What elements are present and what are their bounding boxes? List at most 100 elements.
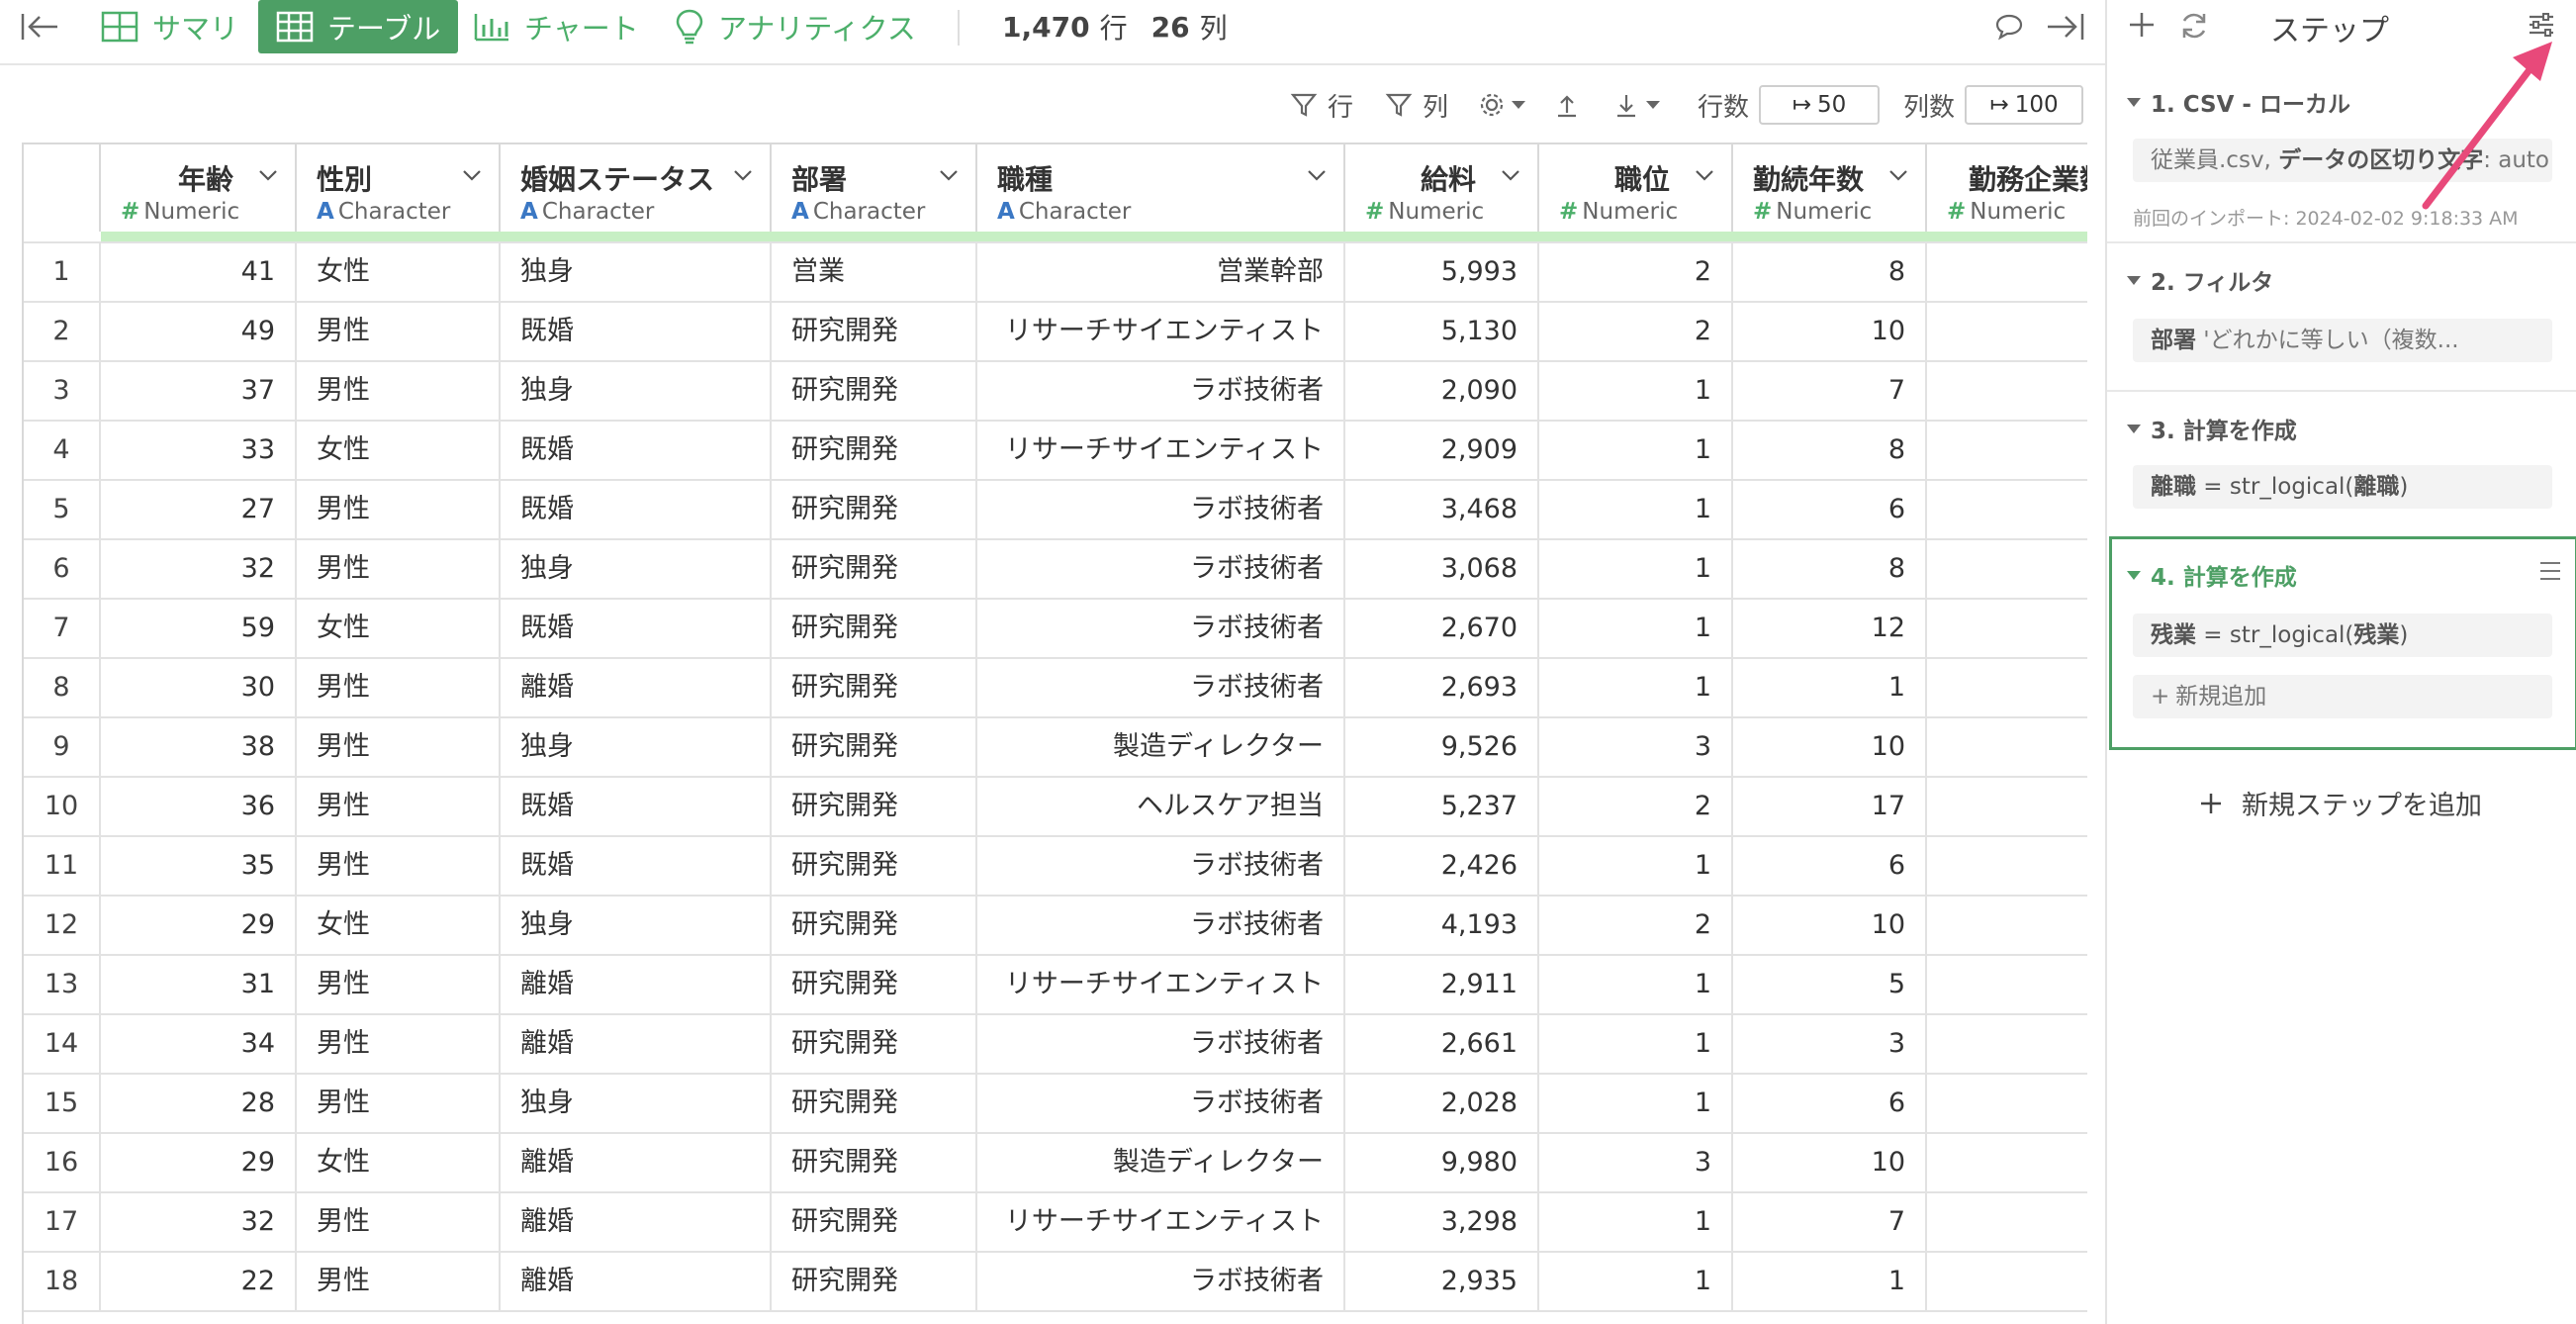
collapse-triangle-icon xyxy=(2127,97,2141,107)
step-3-header[interactable]: 3. 計算を作成 xyxy=(2127,412,2297,445)
table-cell xyxy=(1927,1075,2087,1132)
numeric-type-icon: # xyxy=(1559,199,1579,225)
col-unit: 列 xyxy=(1199,12,1228,45)
step-1-header[interactable]: 1. CSV - ローカル xyxy=(2127,85,2350,119)
numeric-type-icon: # xyxy=(1947,199,1967,225)
row-filter-button[interactable]: 行 xyxy=(1290,83,1353,127)
table-cell: 1 xyxy=(1539,659,1733,716)
table-cell: 3 xyxy=(1539,1134,1733,1191)
table-cell xyxy=(1927,718,2087,776)
column-header[interactable]: 勤務企業数#Numeric xyxy=(1927,144,2087,232)
add-step-button[interactable]: 新規ステップを追加 xyxy=(2198,784,2482,822)
comment-icon xyxy=(1995,14,2023,41)
table-cell: 2 xyxy=(1539,303,1733,360)
column-filter-button[interactable]: 列 xyxy=(1385,83,1448,127)
column-type: A Character xyxy=(317,199,450,225)
table-cell xyxy=(1927,778,2087,835)
table-cell: 2,909 xyxy=(1345,422,1539,479)
step-2-detail[interactable]: 部署 'どれかに等しい（複数... xyxy=(2133,319,2552,362)
table-cell xyxy=(1927,837,2087,895)
row-filter-label: 行 xyxy=(1328,92,1354,123)
filter-icon xyxy=(1385,93,1413,117)
chevron-down-icon[interactable] xyxy=(1694,164,1715,186)
column-type: A Character xyxy=(520,199,654,225)
table-cell: 1 xyxy=(1539,1075,1733,1132)
add-button[interactable] xyxy=(2127,10,2157,44)
column-header[interactable]: 部署 A Character xyxy=(772,144,977,232)
step-4-add-button[interactable]: + 新規追加 xyxy=(2133,675,2552,718)
column-header[interactable]: 性別 A Character xyxy=(297,144,501,232)
table-cell: 離婚 xyxy=(501,956,772,1013)
column-header[interactable]: 婚姻ステータス A Character xyxy=(501,144,772,232)
collapse-right-button[interactable] xyxy=(2046,0,2085,53)
row-index: 1 xyxy=(24,243,101,301)
table-cell: 独身 xyxy=(501,718,772,776)
chevron-down-icon[interactable] xyxy=(938,164,960,186)
column-name: 勤続年数 xyxy=(1752,163,1864,196)
step-4-target: 残業 xyxy=(2151,622,2196,648)
chevron-down-icon[interactable] xyxy=(1887,164,1909,186)
step-2-header[interactable]: 2. フィルタ xyxy=(2127,263,2273,297)
table-cell: 製造ディレクター xyxy=(977,1134,1345,1191)
table-cell: 27 xyxy=(101,481,297,538)
table-cell: 営業 xyxy=(772,243,977,301)
column-header[interactable]: 年齢 # Numeric xyxy=(101,144,297,232)
settings-dropdown[interactable] xyxy=(1478,83,1527,127)
table-cell: 3,298 xyxy=(1345,1193,1539,1251)
table-header: 年齢 # Numeric 性別 A Character 婚姻ステータス A Character 部… xyxy=(24,144,2087,239)
comment-button[interactable] xyxy=(1994,0,2024,53)
table-cell: 2,426 xyxy=(1345,837,1539,895)
chevron-down-icon[interactable] xyxy=(1500,164,1521,186)
table-cell: 36 xyxy=(101,778,297,835)
collapse-left-button[interactable] xyxy=(20,0,59,53)
table-cell xyxy=(1927,897,2087,954)
table-cell: 6 xyxy=(1733,1075,1927,1132)
rows-limit-value: 50 xyxy=(1817,92,1847,118)
column-header[interactable]: 職種 A Character xyxy=(977,144,1345,232)
table-row: 17 32 男性 離婚 研究開発 リサーチサイエンティスト 3,298 1 7 xyxy=(24,1191,2087,1251)
rows-limit-label: 行数 xyxy=(1698,92,1750,123)
chevron-down-icon[interactable] xyxy=(461,164,483,186)
table-cell: 既婚 xyxy=(501,600,772,657)
column-type: A Character xyxy=(997,199,1131,225)
column-name: 性別 xyxy=(317,163,373,196)
chevron-down-icon[interactable] xyxy=(1306,164,1328,186)
step-3-detail[interactable]: 離職 = str_logical(離職) xyxy=(2133,465,2552,509)
tab-chart[interactable]: チャート xyxy=(473,0,639,53)
table-cell: 研究開発 xyxy=(772,1134,977,1191)
step-4-header[interactable]: 4. 計算を作成 xyxy=(2127,558,2297,592)
export-button[interactable] xyxy=(1553,83,1581,127)
table-cell: 女性 xyxy=(297,600,501,657)
table-cell: 1 xyxy=(1539,1193,1733,1251)
table-cell xyxy=(1927,1193,2087,1251)
tab-analytics[interactable]: アナリティクス xyxy=(675,0,916,53)
table-cell: 9,526 xyxy=(1345,718,1539,776)
table-cell: 離婚 xyxy=(501,659,772,716)
refresh-button[interactable] xyxy=(2178,10,2210,46)
table-row: 9 38 男性 独身 研究開発 製造ディレクター 9,526 3 10 xyxy=(24,716,2087,776)
table-cell: 男性 xyxy=(297,718,501,776)
tab-table[interactable]: テーブル xyxy=(258,0,459,53)
step-4-detail[interactable]: 残業 = str_logical(残業) xyxy=(2133,614,2552,657)
table-cell: 男性 xyxy=(297,481,501,538)
rows-limit-input[interactable]: ↦ 50 xyxy=(1759,85,1881,125)
table-cell: 2,911 xyxy=(1345,956,1539,1013)
table-row: 5 27 男性 既婚 研究開発 ラボ技術者 3,468 1 6 xyxy=(24,479,2087,538)
column-header[interactable]: 職位 # Numeric xyxy=(1539,144,1733,232)
row-index: 17 xyxy=(24,1193,101,1251)
column-header[interactable]: 勤続年数 # Numeric xyxy=(1733,144,1927,232)
table-cell: 7 xyxy=(1733,362,1927,420)
table-cell: 38 xyxy=(101,718,297,776)
column-header[interactable]: 給料 # Numeric xyxy=(1345,144,1539,232)
cols-limit-input[interactable]: ↦ 100 xyxy=(1965,85,2084,125)
table-cell: ラボ技術者 xyxy=(977,1015,1345,1073)
table-cell: 男性 xyxy=(297,837,501,895)
column-type: A Character xyxy=(791,199,925,225)
import-dropdown[interactable] xyxy=(1612,83,1662,127)
column-type-label: Character xyxy=(541,199,655,225)
chevron-down-icon[interactable] xyxy=(732,164,754,186)
chevron-down-icon[interactable] xyxy=(257,164,279,186)
step-4-menu-button[interactable] xyxy=(2538,560,2562,586)
tab-summary[interactable]: サマリ xyxy=(101,0,238,53)
table-cell: 研究開発 xyxy=(772,718,977,776)
